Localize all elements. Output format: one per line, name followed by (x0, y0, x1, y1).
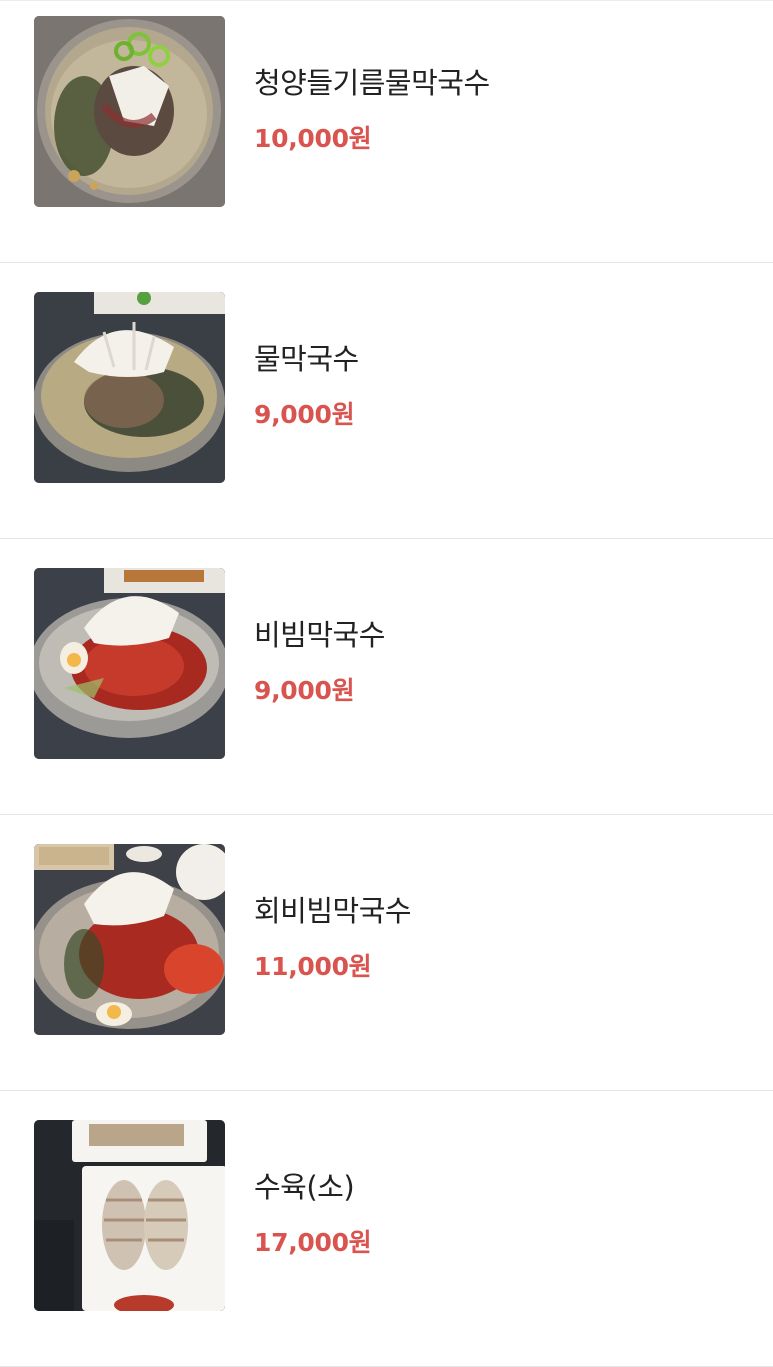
menu-item[interactable]: 물막국수 9,000원 (0, 263, 773, 539)
menu-item-image[interactable] (34, 844, 225, 1035)
menu-item-name: 비빔막국수 (254, 618, 385, 652)
food-photo-icon (34, 292, 225, 483)
menu-item-name: 회비빔막국수 (254, 894, 412, 928)
menu-item[interactable]: 비빔막국수 9,000원 (0, 539, 773, 815)
menu-item-image[interactable] (34, 1120, 225, 1311)
food-photo-icon (34, 16, 225, 207)
menu-item-price: 10,000원 (254, 124, 372, 153)
menu-item-name: 물막국수 (254, 342, 359, 376)
menu-item-image[interactable] (34, 16, 225, 207)
menu-list: 청양들기름물막국수 10,000원 물막국수 9,000원 비빔막국수 9,00… (0, 0, 773, 1367)
menu-item[interactable]: 청양들기름물막국수 10,000원 (0, 0, 773, 263)
food-photo-icon (34, 1120, 225, 1311)
menu-item-name: 청양들기름물막국수 (254, 66, 490, 100)
menu-item-price: 9,000원 (254, 400, 355, 429)
menu-item-image[interactable] (34, 568, 225, 759)
menu-item[interactable]: 수육(소) 17,000원 (0, 1091, 773, 1367)
food-photo-icon (34, 844, 225, 1035)
food-photo-icon (34, 568, 225, 759)
menu-item[interactable]: 회비빔막국수 11,000원 (0, 815, 773, 1091)
menu-item-price: 11,000원 (254, 952, 372, 981)
menu-item-name: 수육(소) (254, 1170, 355, 1204)
menu-item-price: 9,000원 (254, 676, 355, 705)
menu-item-image[interactable] (34, 292, 225, 483)
menu-item-price: 17,000원 (254, 1228, 372, 1257)
